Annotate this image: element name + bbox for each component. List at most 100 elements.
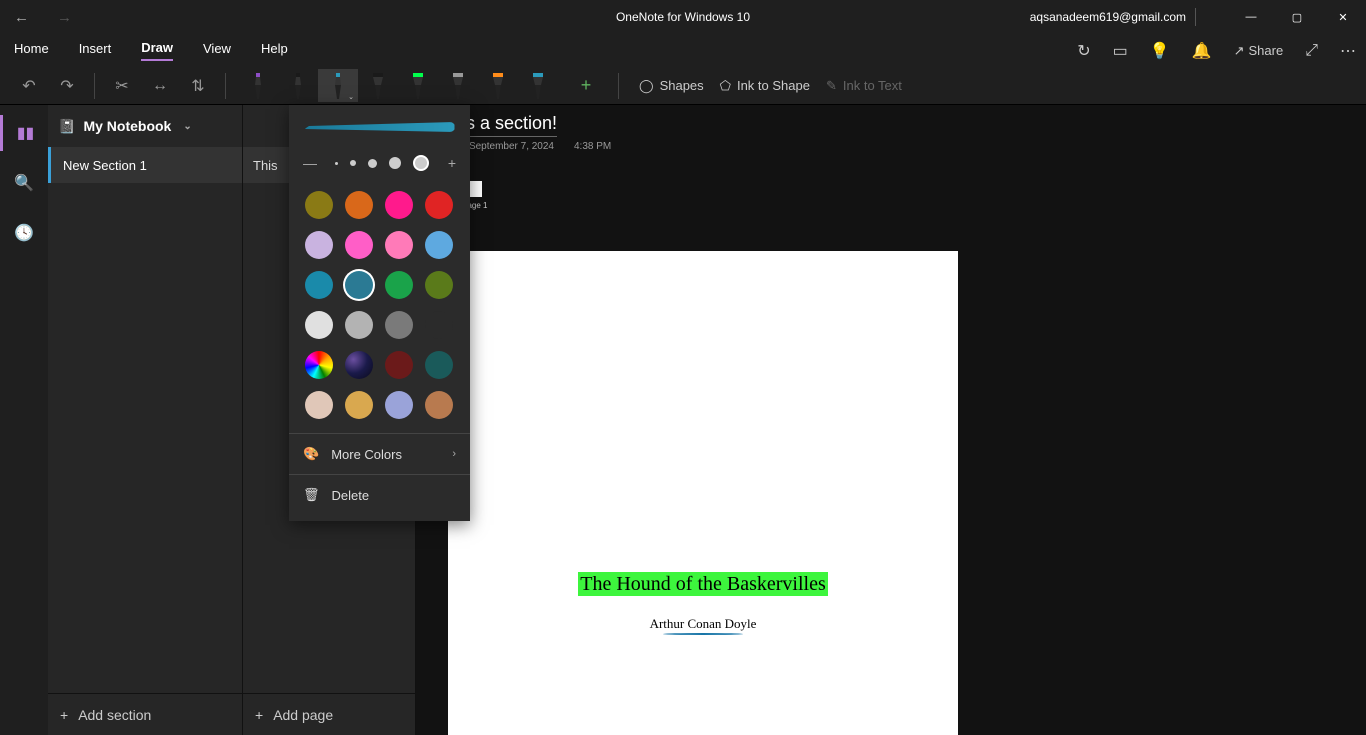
shapes-button[interactable]: ◯ Shapes bbox=[639, 78, 704, 94]
share-button[interactable]: ↗ Share bbox=[1234, 43, 1284, 59]
minimize-button[interactable]: ― bbox=[1228, 0, 1274, 34]
undo-button[interactable]: ↶ bbox=[14, 71, 44, 101]
color-swatch[interactable] bbox=[345, 351, 373, 379]
color-swatch[interactable] bbox=[345, 191, 373, 219]
page-mode-icon[interactable]: ▭ bbox=[1113, 41, 1128, 61]
document-page[interactable]: The Hound of the Baskervilles Arthur Con… bbox=[448, 251, 958, 735]
color-swatch[interactable] bbox=[345, 311, 373, 339]
insert-space-button[interactable]: ↔ bbox=[145, 71, 175, 101]
main-area: ▮▮ 🔍 🕓 📓 My Notebook ⌄ New Section 1 + A… bbox=[0, 105, 1366, 735]
recent-icon[interactable]: 🕓 bbox=[0, 215, 48, 251]
chevron-down-icon: ⌄ bbox=[183, 121, 191, 132]
color-swatch[interactable] bbox=[345, 271, 373, 299]
thickness-option-1[interactable] bbox=[335, 162, 338, 165]
stroke-preview bbox=[289, 105, 470, 149]
add-section-button[interactable]: + Add section bbox=[48, 693, 242, 735]
thickness-increase-button[interactable]: + bbox=[448, 155, 456, 171]
color-swatch[interactable] bbox=[385, 191, 413, 219]
color-swatch[interactable] bbox=[425, 231, 453, 259]
notebooks-icon[interactable]: ▮▮ bbox=[0, 115, 48, 151]
color-swatch[interactable] bbox=[385, 271, 413, 299]
menu-bar: Home Insert Draw View Help ↻ ▭ 💡 🔔 ↗ Sha… bbox=[0, 34, 1366, 67]
color-grid bbox=[289, 181, 470, 433]
thickness-decrease-button[interactable]: — bbox=[303, 155, 317, 171]
canvas[interactable]: s is a section! day, September 7, 2024 4… bbox=[416, 105, 1366, 735]
sync-icon[interactable]: ↻ bbox=[1077, 41, 1090, 61]
more-colors-label: More Colors bbox=[331, 447, 402, 462]
add-page-button[interactable]: + Add page bbox=[243, 693, 415, 735]
fullscreen-icon[interactable]: ⤢ bbox=[1305, 42, 1318, 60]
menu-help[interactable]: Help bbox=[261, 41, 288, 60]
stroke-preview-shape bbox=[305, 122, 455, 132]
page-thumb-icon bbox=[468, 181, 482, 197]
ink-to-text-button: ✎ Ink to Text bbox=[826, 78, 902, 94]
color-swatch[interactable] bbox=[305, 271, 333, 299]
more-icon[interactable]: ⋯ bbox=[1340, 41, 1356, 61]
color-swatch[interactable] bbox=[385, 351, 413, 379]
color-swatch[interactable] bbox=[345, 391, 373, 419]
separator bbox=[618, 73, 619, 99]
close-button[interactable]: ✕ bbox=[1320, 0, 1366, 34]
delete-label: Delete bbox=[332, 488, 370, 503]
ink-to-shape-button[interactable]: ⬠ Ink to Shape bbox=[720, 78, 810, 94]
color-swatch[interactable] bbox=[425, 391, 453, 419]
menu-view[interactable]: View bbox=[203, 41, 231, 60]
more-colors-button[interactable]: 🎨 More Colors › bbox=[289, 434, 470, 474]
forward-arrow-icon: → bbox=[57, 9, 72, 26]
separator bbox=[225, 73, 226, 99]
delete-pen-button[interactable]: 🗑 Delete bbox=[289, 475, 470, 515]
highlighter-orange[interactable] bbox=[478, 69, 518, 102]
menu-insert[interactable]: Insert bbox=[79, 41, 112, 60]
add-pen-button[interactable]: + bbox=[566, 75, 606, 96]
chevron-right-icon: › bbox=[452, 448, 456, 460]
notebook-name: My Notebook bbox=[83, 118, 171, 134]
back-arrow-icon[interactable]: ← bbox=[14, 9, 29, 26]
sections-panel: 📓 My Notebook ⌄ New Section 1 + Add sect… bbox=[48, 105, 243, 735]
thickness-option-3[interactable] bbox=[368, 159, 377, 168]
pen-purple[interactable] bbox=[238, 69, 278, 102]
color-swatch[interactable] bbox=[425, 311, 453, 339]
resize-button[interactable]: ⇅ bbox=[183, 71, 213, 101]
menu-draw[interactable]: Draw bbox=[141, 40, 173, 61]
highlighter-grey[interactable] bbox=[438, 69, 478, 102]
ink-to-text-label: Ink to Text bbox=[843, 78, 902, 93]
highlighter-green[interactable] bbox=[398, 69, 438, 102]
color-swatch[interactable] bbox=[425, 351, 453, 379]
lightbulb-icon[interactable]: 💡 bbox=[1150, 41, 1170, 61]
menu-home[interactable]: Home bbox=[14, 41, 49, 60]
page-time: 4:38 PM bbox=[574, 141, 611, 152]
bell-icon[interactable]: 🔔 bbox=[1192, 41, 1212, 61]
thickness-option-4[interactable] bbox=[389, 157, 401, 169]
maximize-button[interactable]: ▢ bbox=[1274, 0, 1320, 34]
thickness-option-5-selected[interactable] bbox=[413, 155, 429, 171]
search-icon[interactable]: 🔍 bbox=[0, 165, 48, 201]
pen-black[interactable] bbox=[278, 69, 318, 102]
highlighter-blue[interactable] bbox=[518, 69, 558, 102]
thickness-option-2[interactable] bbox=[350, 160, 356, 166]
app-title: OneNote for Windows 10 bbox=[616, 10, 750, 24]
color-swatch[interactable] bbox=[305, 191, 333, 219]
pen-teal[interactable]: ⌄ bbox=[318, 69, 358, 102]
color-swatch[interactable] bbox=[305, 351, 333, 379]
color-swatch[interactable] bbox=[345, 231, 373, 259]
ink-underline bbox=[663, 633, 743, 635]
color-swatch[interactable] bbox=[385, 231, 413, 259]
color-swatch[interactable] bbox=[305, 311, 333, 339]
book-title: The Hound of the Baskervilles bbox=[448, 573, 958, 596]
color-swatch[interactable] bbox=[305, 391, 333, 419]
highlighter-black[interactable] bbox=[358, 69, 398, 102]
notebook-selector[interactable]: 📓 My Notebook ⌄ bbox=[48, 105, 242, 147]
section-item[interactable]: New Section 1 bbox=[48, 147, 242, 183]
color-swatch[interactable] bbox=[305, 231, 333, 259]
add-page-label: Add page bbox=[273, 707, 333, 723]
user-email[interactable]: aqsanadeem619@gmail.com bbox=[1030, 10, 1186, 24]
page-name: This bbox=[253, 158, 278, 173]
lasso-select-button[interactable]: ✂ bbox=[107, 71, 137, 101]
color-swatch[interactable] bbox=[385, 391, 413, 419]
redo-button[interactable]: ↷ bbox=[52, 71, 82, 101]
color-swatch[interactable] bbox=[385, 311, 413, 339]
shapes-label: Shapes bbox=[660, 78, 704, 93]
color-swatch[interactable] bbox=[425, 271, 453, 299]
color-swatch[interactable] bbox=[425, 191, 453, 219]
ink-to-shape-label: Ink to Shape bbox=[737, 78, 810, 93]
